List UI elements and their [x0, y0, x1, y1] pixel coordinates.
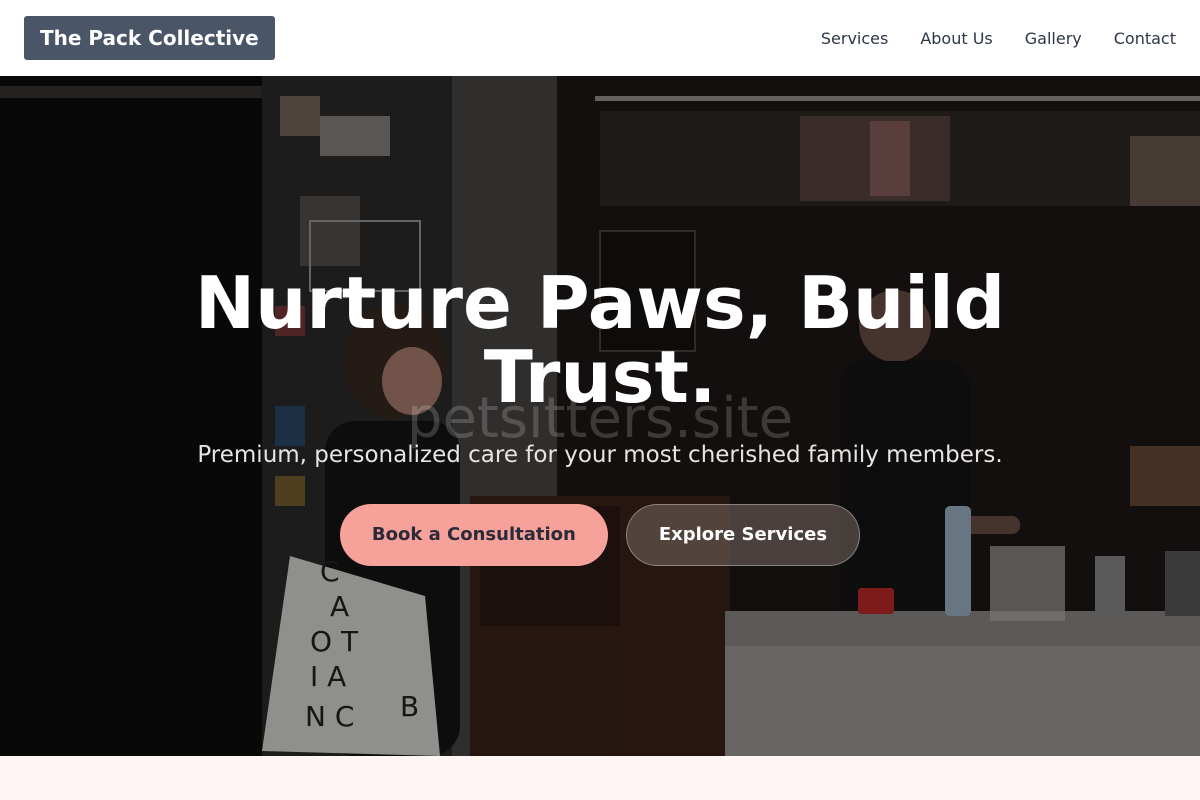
top-navbar: The Pack Collective Services About Us Ga… — [0, 0, 1200, 76]
hero-title: Nurture Paws, Build Trust. — [194, 261, 1006, 419]
hero-section: C A O T I A N C B petsitters.site Nurtur… — [0, 76, 1200, 756]
nav-link-about-us[interactable]: About Us — [920, 29, 992, 48]
hero-button-group: Book a Consultation Explore Services — [0, 504, 1200, 566]
nav-link-contact[interactable]: Contact — [1114, 29, 1176, 48]
book-consultation-button[interactable]: Book a Consultation — [339, 504, 608, 566]
next-section-strip — [0, 756, 1200, 800]
site-logo[interactable]: The Pack Collective — [24, 16, 275, 60]
explore-services-button[interactable]: Explore Services — [625, 504, 861, 566]
nav-link-gallery[interactable]: Gallery — [1025, 29, 1082, 48]
main-nav: Services About Us Gallery Contact — [821, 29, 1176, 48]
nav-link-services[interactable]: Services — [821, 29, 888, 48]
hero-subtitle: Premium, personalized care for your most… — [197, 442, 1003, 468]
hero-content: Nurture Paws, Build Trust. Premium, pers… — [0, 266, 1200, 566]
